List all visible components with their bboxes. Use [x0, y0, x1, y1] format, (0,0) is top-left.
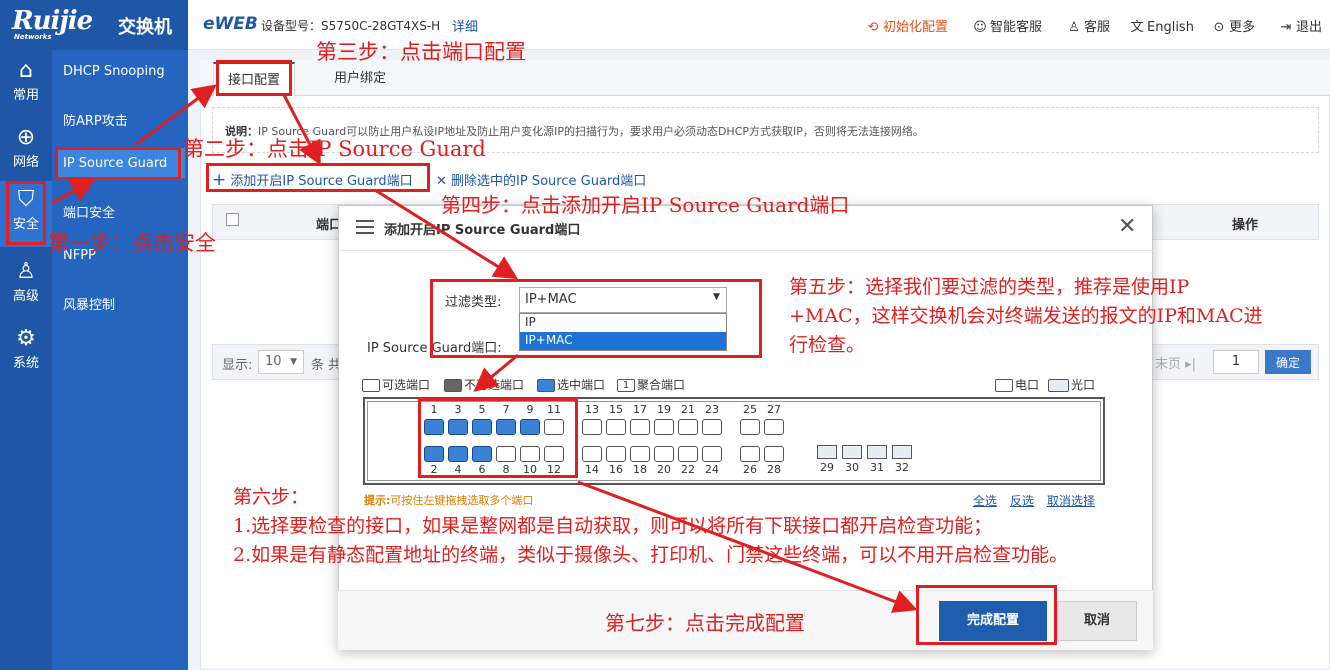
annotation-step3: 第三步：点击端口配置: [316, 40, 526, 64]
annotation-step6-line1: 1.选择要检查的接口，如果是整网都是自动获取，则可以将所有下联接口都开启检查功能…: [233, 515, 993, 537]
annotation-step5-line1: 第五步：选择我们要过滤的类型，推荐是使用IP: [789, 276, 1190, 298]
annotation-step6-line2: 2.如果是有静态配置地址的终端，类似于摄像头、打印机、门禁这些终端，可以不用开启…: [233, 544, 1069, 566]
annotation-step6: 第六步： 1.选择要检查的接口，如果是整网都是自动获取，则可以将所有下联接口都开启…: [233, 483, 1068, 570]
annotation-step4: 第四步：点击添加开启IP Source Guard端口: [441, 193, 850, 217]
annotation-step6-title: 第六步：: [233, 486, 310, 508]
highlight-finish-button: [916, 585, 1057, 645]
annotation-step7: 第七步：点击完成配置: [605, 611, 805, 635]
highlight-port-config: [216, 60, 292, 96]
annotation-step2: 第二步：点击IP Source Guard: [183, 137, 486, 161]
highlight-filter-type: [430, 279, 762, 358]
annotation-step5-line2: +MAC，这样交换机会对终端发送的报文的IP和MAC进: [789, 305, 1263, 327]
annotation-step5-line3: 行检查。: [789, 334, 866, 356]
highlight-security: [6, 181, 46, 245]
highlight-add-button: [206, 163, 430, 192]
annotation-step5: 第五步：选择我们要过滤的类型，推荐是使用IP +MAC，这样交换机会对终端发送的报…: [789, 273, 1263, 360]
annotation-step1: 第一步：点击安全: [48, 231, 216, 255]
highlight-ports: [418, 398, 578, 478]
highlight-isg: [55, 147, 181, 180]
